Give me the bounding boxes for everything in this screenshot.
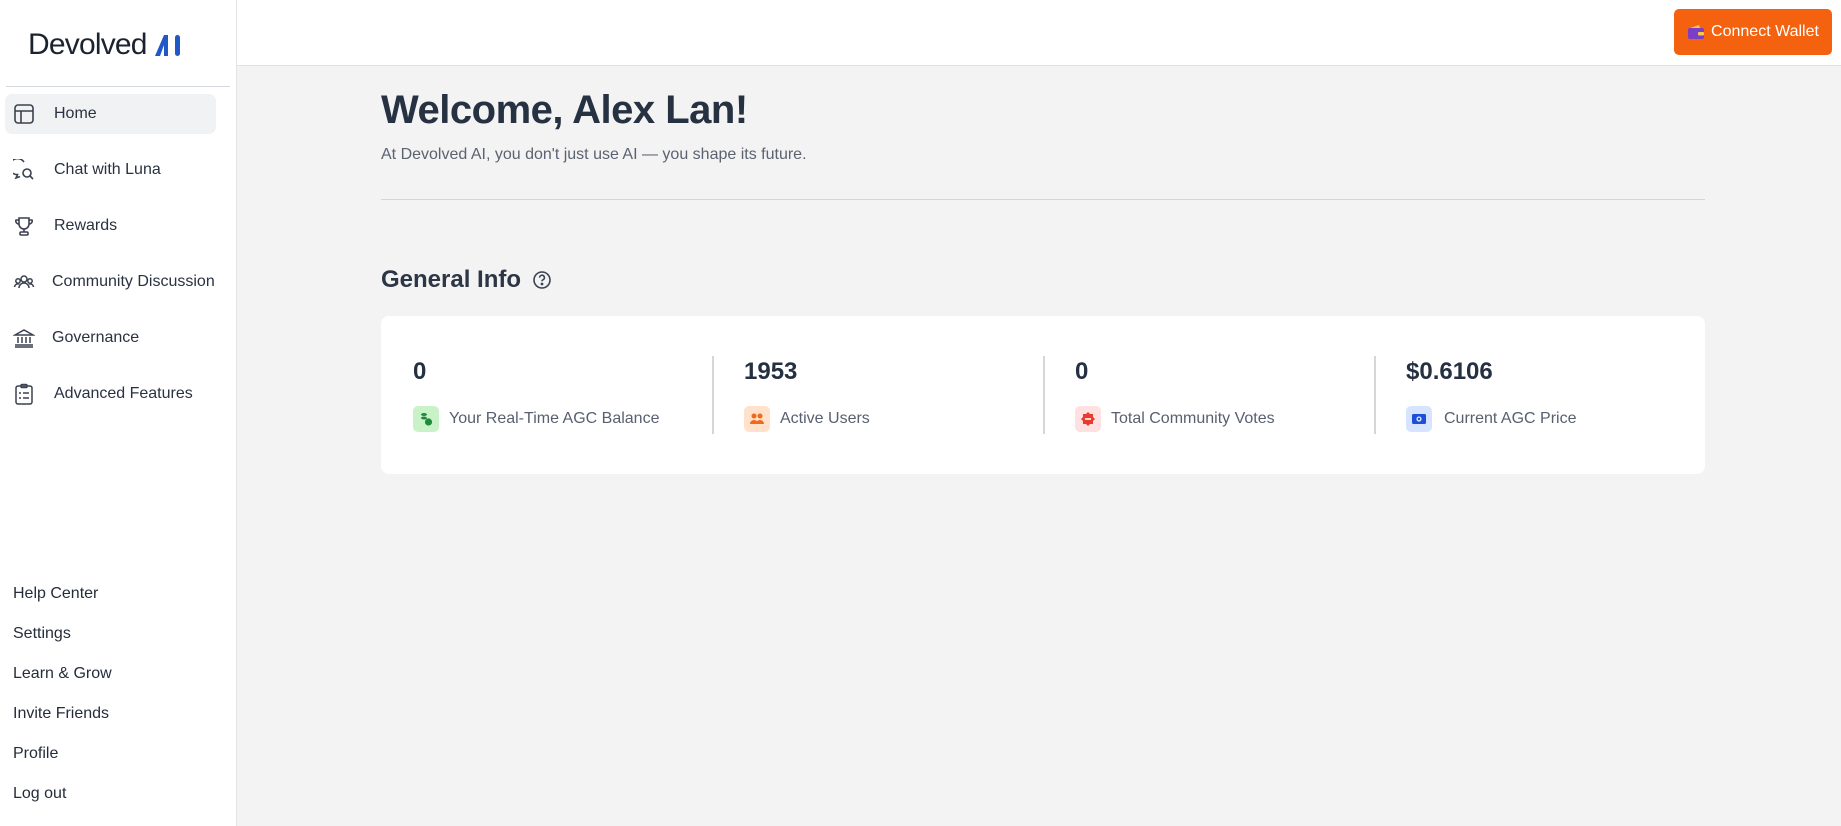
chat-search-icon [12, 158, 36, 182]
profile-link[interactable]: Profile [13, 742, 112, 782]
wallet-icon [1687, 24, 1705, 40]
invite-friends-link[interactable]: Invite Friends [13, 702, 112, 742]
clipboard-list-icon [12, 382, 36, 406]
trophy-icon [12, 214, 36, 238]
help-center-link[interactable]: Help Center [13, 582, 112, 622]
top-bar: Connect Wallet [237, 0, 1841, 66]
layout-icon [12, 102, 36, 126]
sidebar-item-label: Community Discussion [52, 273, 215, 290]
sidebar-item-rewards[interactable]: Rewards [5, 206, 216, 246]
sidebar-item-home[interactable]: Home [5, 94, 216, 134]
general-info-card: 0 Your Real-Time AGC Balance 1953 Active… [381, 316, 1705, 474]
sidebar-item-advanced-features[interactable]: Advanced Features [5, 374, 216, 414]
learn-and-grow-link[interactable]: Learn & Grow [13, 662, 112, 702]
sidebar-bottom-links: Help Center Settings Learn & Grow Invite… [13, 582, 112, 822]
coins-icon [413, 406, 439, 432]
sidebar-item-label: Rewards [54, 217, 118, 234]
stat-label: Total Community Votes [1111, 410, 1275, 427]
page-subtitle: At Devolved AI, you don't just use AI — … [381, 146, 807, 163]
stat-label: Current AGC Price [1444, 410, 1577, 427]
settings-link[interactable]: Settings [13, 622, 112, 662]
brand-name: Devolved [28, 28, 147, 61]
sidebar-item-governance[interactable]: Governance [5, 318, 216, 358]
stat-active-users: 1953 Active Users [712, 316, 1043, 474]
stat-value: 0 [1075, 358, 1089, 385]
bank-icon [12, 326, 36, 350]
sidebar-divider [6, 86, 230, 87]
log-out-link[interactable]: Log out [13, 782, 112, 822]
sidebar-item-community-discussion[interactable]: Community Discussion [5, 262, 216, 302]
stat-community-votes: 0 Total Community Votes [1043, 316, 1374, 474]
help-circle-icon[interactable] [532, 270, 552, 290]
section-divider [381, 199, 1705, 200]
stat-value: $0.6106 [1406, 358, 1493, 385]
stat-value: 0 [413, 358, 427, 385]
general-info-heading: General Info [381, 266, 552, 294]
sidebar-nav: Home Chat with Luna Rewards Community Di… [5, 94, 216, 430]
sidebar-item-chat-with-luna[interactable]: Chat with Luna [5, 150, 216, 190]
page-title: Welcome, Alex Lan! [381, 88, 748, 132]
sidebar-item-label: Chat with Luna [54, 161, 161, 178]
brand-logo[interactable]: Devolved [28, 28, 187, 62]
stat-value: 1953 [744, 358, 798, 385]
connect-wallet-label: Connect Wallet [1711, 23, 1819, 40]
stat-label: Your Real-Time AGC Balance [449, 410, 660, 427]
money-icon [1406, 406, 1432, 432]
stat-label: Active Users [780, 410, 870, 427]
connect-wallet-button[interactable]: Connect Wallet [1674, 9, 1832, 55]
sidebar-item-label: Advanced Features [54, 385, 193, 402]
stat-agc-balance: 0 Your Real-Time AGC Balance [381, 316, 712, 474]
users-icon [12, 270, 36, 294]
brand-ai-mark-icon [153, 33, 187, 57]
sidebar-item-label: Governance [52, 329, 140, 346]
vote-badge-icon [1075, 406, 1101, 432]
general-info-title: General Info [381, 266, 522, 293]
stat-agc-price: $0.6106 Current AGC Price [1374, 316, 1705, 474]
sidebar-item-label: Home [54, 105, 97, 122]
users-icon [744, 406, 770, 432]
sidebar: Devolved Home Chat with Luna Rewards Com… [0, 0, 237, 826]
